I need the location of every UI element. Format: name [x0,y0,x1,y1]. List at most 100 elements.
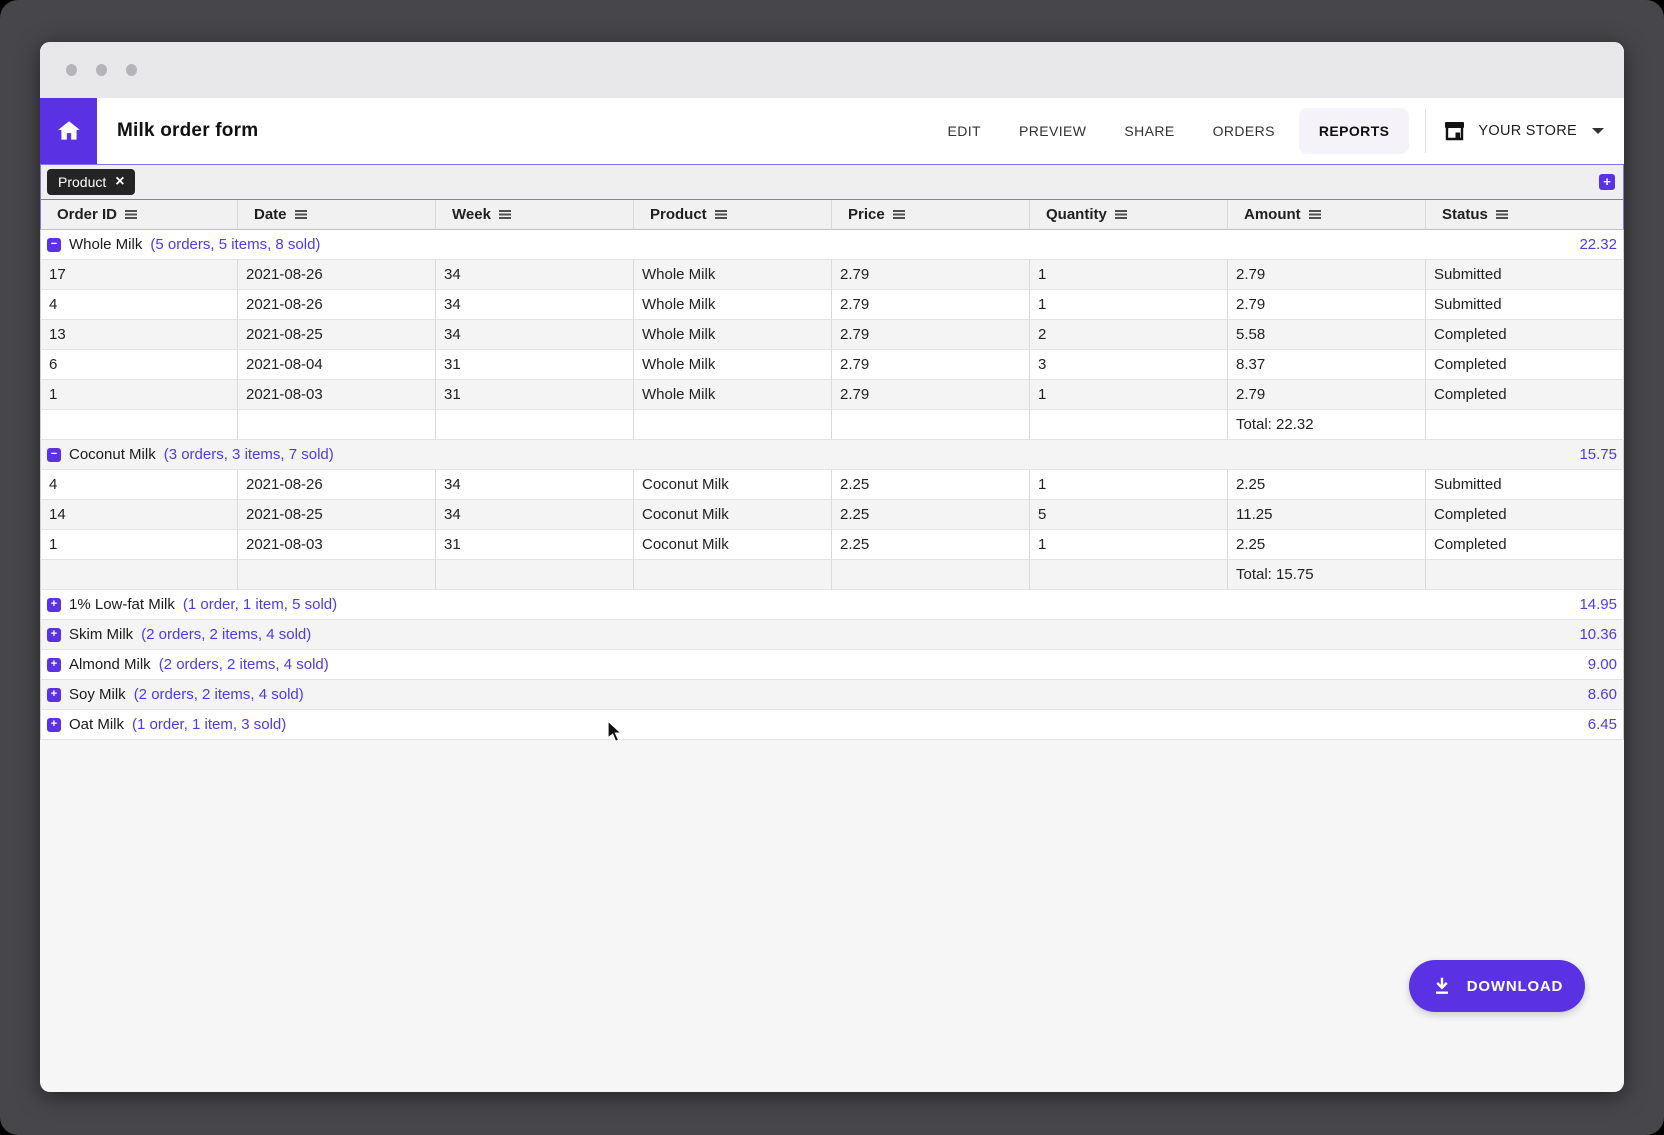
column-header-order-id[interactable]: Order ID [40,200,238,230]
cell: Completed [1426,500,1624,530]
cell: 2021-08-03 [238,380,436,410]
cell: Completed [1426,530,1624,560]
nav-item-share[interactable]: SHARE [1110,108,1188,154]
cell [436,560,634,590]
column-menu-icon[interactable] [125,210,137,219]
cell: 34 [436,260,634,290]
cell: 14 [40,500,238,530]
data-row: 42021-08-2634Coconut Milk2.2512.25Submit… [40,470,1624,500]
collapse-group-icon[interactable]: − [47,448,61,462]
expand-group-icon[interactable]: + [47,688,61,702]
group-row[interactable]: +1% Low-fat Milk(1 order, 1 item, 5 sold… [40,590,1624,620]
cell: 1 [1030,530,1228,560]
nav-item-preview[interactable]: PREVIEW [1005,108,1100,154]
nav-item-orders[interactable]: ORDERS [1199,108,1289,154]
cell: 31 [436,530,634,560]
cell [832,560,1030,590]
column-header-price[interactable]: Price [832,200,1030,230]
column-menu-icon[interactable] [715,210,727,219]
cell: 34 [436,500,634,530]
cell: 2021-08-03 [238,530,436,560]
group-row[interactable]: −Coconut Milk(3 orders, 3 items, 7 sold)… [40,440,1624,470]
cell: 1 [1030,470,1228,500]
cell: 1 [40,530,238,560]
group-amount: 10.36 [1579,626,1617,643]
column-menu-icon[interactable] [1496,210,1508,219]
column-menu-icon[interactable] [893,210,905,219]
data-row: 142021-08-2534Coconut Milk2.25511.25Comp… [40,500,1624,530]
cell: Coconut Milk [634,500,832,530]
cell: 1 [1030,380,1228,410]
nav: EDITPREVIEWSHAREORDERSREPORTS [934,108,1410,154]
column-label: Product [650,206,707,223]
store-label: YOUR STORE [1478,123,1577,139]
column-header-amount[interactable]: Amount [1228,200,1426,230]
cell: 2.25 [832,470,1030,500]
group-row[interactable]: +Oat Milk(1 order, 1 item, 3 sold)6.45 [40,710,1624,740]
group-summary: (5 orders, 5 items, 8 sold) [150,236,320,253]
group-amount: 6.45 [1588,716,1617,733]
cell: 2.79 [1228,260,1426,290]
collapse-group-icon[interactable]: − [47,238,61,252]
cell: Completed [1426,380,1624,410]
group-summary: (1 order, 1 item, 5 sold) [183,596,337,613]
cell [832,410,1030,440]
cell: 31 [436,380,634,410]
column-label: Status [1442,206,1488,223]
window-dot-icon [126,64,137,76]
column-header-date[interactable]: Date [238,200,436,230]
nav-divider [1425,109,1426,153]
cell: 34 [436,320,634,350]
cell [1426,560,1624,590]
column-header-product[interactable]: Product [634,200,832,230]
table-header-row: Order IDDateWeek Product PriceQuantityAmou… [40,200,1624,230]
data-row: 42021-08-2634Whole Milk2.7912.79Submitte… [40,290,1624,320]
close-icon[interactable]: × [115,174,124,190]
column-menu-icon[interactable] [295,210,307,219]
filter-chip-product[interactable]: Product × [47,169,135,195]
expand-group-icon[interactable]: + [47,718,61,732]
group-row[interactable]: −Whole Milk(5 orders, 5 items, 8 sold)22… [40,230,1624,260]
cell [40,410,238,440]
column-header-status[interactable]: Status [1426,200,1624,230]
cell: 2.79 [832,380,1030,410]
download-button[interactable]: DOWNLOAD [1409,960,1585,1012]
expand-group-icon[interactable]: + [47,658,61,672]
nav-item-edit[interactable]: EDIT [934,108,996,154]
group-amount: 15.75 [1579,446,1617,463]
cell [1030,560,1228,590]
cell: Submitted [1426,470,1624,500]
home-button[interactable] [40,98,97,164]
group-row[interactable]: + Almond Milk (2 orders, 2 items, 4 sold) 9… [40,650,1624,680]
cell: Whole Milk [634,290,832,320]
cell: 2021-08-25 [238,500,436,530]
group-summary: (1 order, 1 item, 3 sold) [132,716,286,733]
cell: 2.79 [832,320,1030,350]
group-row[interactable]: +Soy Milk(2 orders, 2 items, 4 sold)8.60 [40,680,1624,710]
group-amount: 9.00 [1588,656,1617,673]
cell: 2.25 [832,500,1030,530]
cell: Whole Milk [634,350,832,380]
column-header-week[interactable]: Week [436,200,634,230]
store-menu-button[interactable]: YOUR STORE [1442,119,1604,143]
cell: 11.25 [1228,500,1426,530]
group-row[interactable]: +Skim Milk(2 orders, 2 items, 4 sold)10.… [40,620,1624,650]
group-name: Skim Milk [69,626,133,643]
download-icon [1431,975,1453,997]
cell: 4 [40,470,238,500]
group-amount: 8.60 [1588,686,1617,703]
group-name: Almond Milk [69,656,151,673]
add-filter-button[interactable]: + [1599,174,1615,190]
expand-group-icon[interactable]: + [47,628,61,642]
cell: 2021-08-04 [238,350,436,380]
cell: 2.79 [832,290,1030,320]
column-header-quantity[interactable]: Quantity [1030,200,1228,230]
column-menu-icon[interactable] [499,210,511,219]
column-menu-icon[interactable] [1115,210,1127,219]
cell: 2.79 [1228,380,1426,410]
group-summary: (2 orders, 2 items, 4 sold) [159,656,329,673]
expand-group-icon[interactable]: + [47,598,61,612]
nav-item-reports[interactable]: REPORTS [1299,108,1409,154]
column-menu-icon[interactable] [1309,210,1321,219]
cell: Submitted [1426,260,1624,290]
